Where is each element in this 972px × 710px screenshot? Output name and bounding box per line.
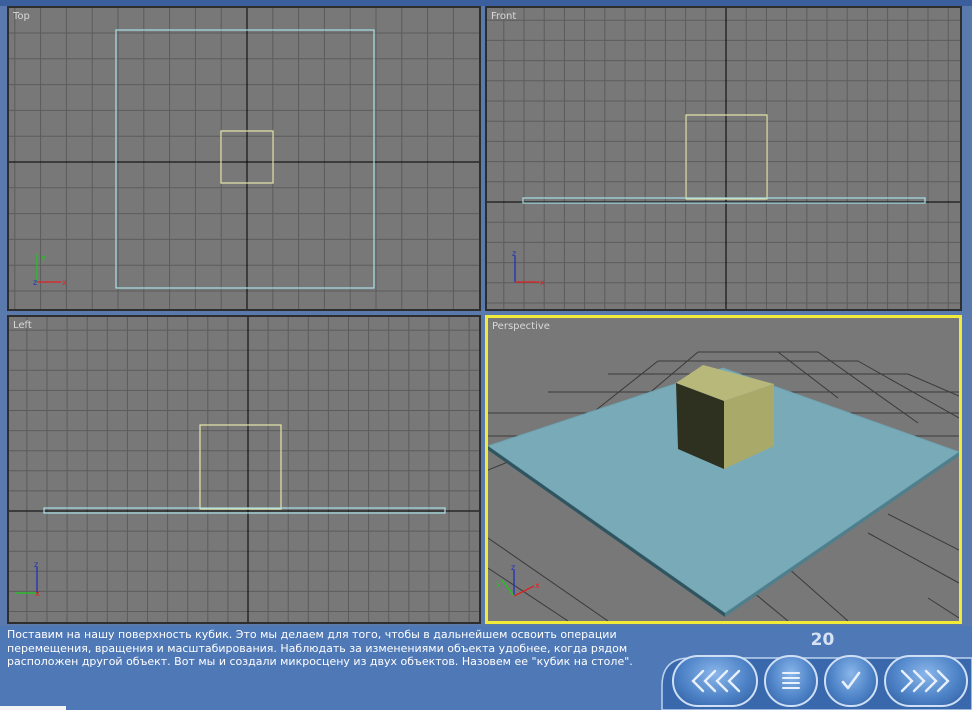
axis-label-x: x	[540, 278, 545, 287]
axis-label-z: z	[511, 563, 515, 572]
menu-button[interactable]	[764, 655, 818, 707]
viewport-label-front[interactable]: Front	[491, 11, 516, 22]
page-number: 20	[810, 630, 835, 650]
axis-label-x: x	[35, 589, 40, 598]
viewport-label-top[interactable]: Top	[13, 11, 30, 22]
axis-tripod: z x y	[496, 563, 540, 597]
forward-icon	[900, 669, 950, 693]
axis-label-y: y	[41, 253, 46, 262]
grid	[9, 317, 479, 622]
front-view-canvas: z x	[487, 8, 960, 309]
viewport-left[interactable]: z x Left	[7, 315, 481, 624]
grid	[487, 8, 960, 309]
viewport-label-left[interactable]: Left	[13, 320, 32, 331]
axis-label-z: z	[512, 249, 516, 258]
plane-wireframe[interactable]	[115, 29, 375, 289]
viewport-top[interactable]: y x z Top	[7, 6, 481, 311]
caption-line: перемещения, вращения и масштабирования.…	[7, 641, 628, 655]
axis-label-x: x	[62, 278, 67, 287]
viewport-front[interactable]: z x Front	[485, 6, 962, 311]
axis-label-z: z	[34, 560, 38, 569]
axis-label-x: x	[535, 581, 540, 590]
axis-label-z: z	[33, 278, 37, 287]
caption-line: расположен другой объект. Вот мы и созда…	[7, 655, 633, 668]
caption-line: Поставим на нашу поверхность кубик. Это …	[7, 628, 617, 641]
lesson-caption: Поставим на нашу поверхность кубик. Это …	[7, 628, 657, 669]
perspective-view-canvas: z x y	[488, 351, 959, 621]
top-view-canvas: y x z	[9, 8, 479, 309]
axis-tripod: z x	[512, 249, 545, 287]
left-view-canvas: z x	[9, 317, 479, 622]
rewind-icon	[691, 669, 741, 693]
previous-button[interactable]	[672, 655, 758, 707]
box-wireframe[interactable]	[199, 424, 282, 510]
axis-tripod: z x	[15, 560, 40, 598]
navigation-bar	[656, 652, 972, 710]
next-button[interactable]	[884, 655, 968, 707]
grid	[9, 8, 479, 309]
axis-label-y: y	[496, 579, 501, 588]
check-icon	[841, 671, 861, 690]
viewport-label-perspective[interactable]: Perspective	[492, 321, 550, 332]
check-button[interactable]	[824, 655, 878, 707]
axis-tripod: y x z	[33, 253, 67, 287]
viewport-perspective[interactable]: z x y Perspective	[485, 315, 962, 624]
taskbar-fragment	[0, 706, 66, 710]
menu-icon	[782, 672, 800, 689]
